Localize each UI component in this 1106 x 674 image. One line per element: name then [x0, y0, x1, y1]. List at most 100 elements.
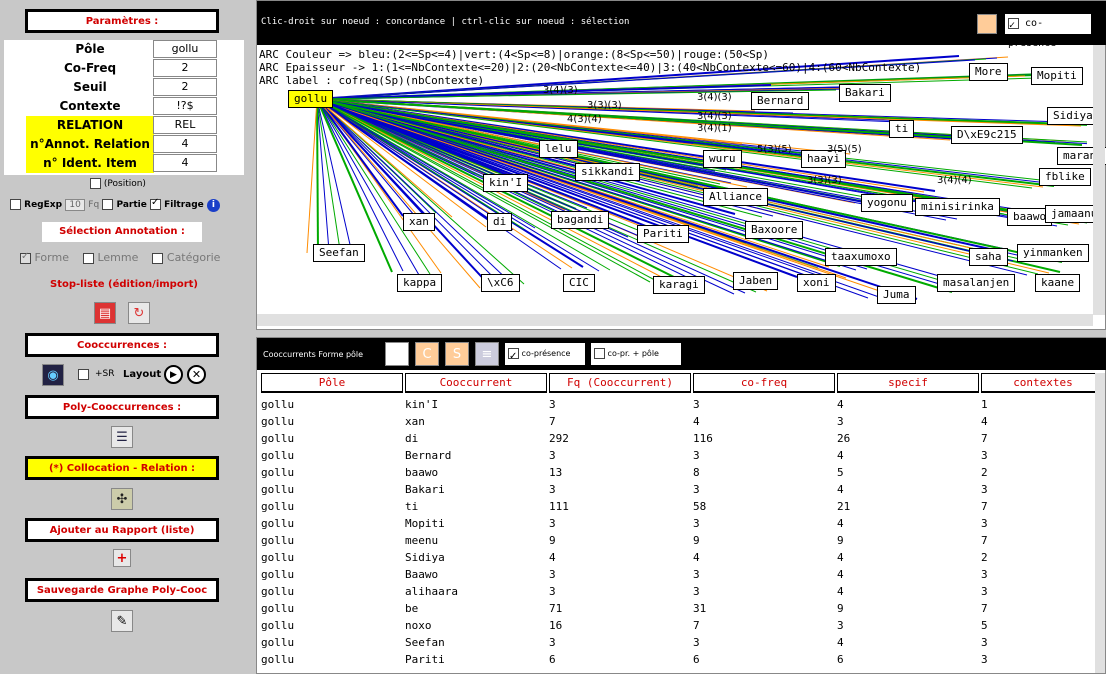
graph-node[interactable]: Bakari [839, 84, 891, 102]
table-copresence-toggle[interactable]: co-présence [505, 343, 585, 368]
graph-node[interactable]: kaane [1035, 274, 1081, 292]
table-row[interactable]: gollu Bakari 3 3 4 3 [261, 481, 1101, 498]
table-row[interactable]: gollu baawo 13 8 5 2 [261, 464, 1101, 481]
fs-icon[interactable]: S [445, 342, 469, 366]
graph-node[interactable]: Mopiti [1031, 67, 1083, 85]
table-row[interactable]: gollu xan 7 4 3 4 [261, 413, 1101, 430]
sauvegarde-title[interactable]: Sauvegarde Graphe Poly-Cooc [25, 578, 219, 602]
table-row[interactable]: gollu Baawo 3 3 4 3 [261, 566, 1101, 583]
regexp-checkbox[interactable] [10, 199, 21, 210]
column-header[interactable]: co-freq [693, 373, 835, 393]
table-row[interactable]: gollu alihaara 3 3 4 3 [261, 583, 1101, 600]
graph-node[interactable]: D\xE9c215 [951, 126, 1023, 144]
table-vscrollbar[interactable] [1095, 373, 1105, 673]
table-row[interactable]: gollu Pariti 6 6 6 3 [261, 651, 1101, 668]
graph-node[interactable]: Pariti [637, 225, 689, 243]
rapport-title[interactable]: Ajouter au Rapport (liste) [25, 518, 219, 542]
graph-node[interactable]: Sidiya [1047, 107, 1099, 125]
graph-node-pole[interactable]: gollu [288, 90, 334, 108]
graph-node[interactable]: kin'I [483, 174, 529, 192]
polycooc-title[interactable]: Poly-Cooccurrences : [25, 395, 219, 419]
graph-node[interactable]: kappa [397, 274, 443, 292]
graph-node[interactable]: sikkandi [575, 163, 640, 181]
column-header[interactable]: contextes [981, 373, 1105, 393]
table-row[interactable]: gollu meenu 9 9 9 7 [261, 532, 1101, 549]
layout-stop-icon[interactable]: ✕ [187, 365, 206, 384]
param-value-input[interactable]: REL [153, 116, 217, 134]
grid-icon[interactable] [977, 14, 997, 34]
chart-icon[interactable]: ▥ [385, 342, 409, 366]
graph-node[interactable]: karagi [653, 276, 705, 294]
graph-node[interactable]: CIC [563, 274, 595, 292]
column-header[interactable]: specif [837, 373, 979, 393]
graph-vscrollbar[interactable] [1093, 45, 1105, 315]
collocation-icon[interactable]: ✣ [111, 488, 133, 510]
forme-checkbox[interactable] [20, 251, 31, 264]
fc-icon[interactable]: C [415, 342, 439, 366]
table-row[interactable]: gollu ti 111 58 21 7 [261, 498, 1101, 515]
polycooc-icon[interactable]: ☰ [111, 426, 133, 448]
graph-node[interactable]: Seefan [313, 244, 365, 262]
save-graph-icon[interactable]: ✎ [111, 610, 133, 632]
graph-node[interactable]: bagandi [551, 211, 610, 229]
param-value-input[interactable]: 4 [153, 154, 217, 172]
graph-node[interactable]: saha [969, 248, 1008, 266]
layout-play-icon[interactable]: ▶ [164, 365, 183, 384]
copr-pole-checkbox[interactable] [594, 348, 605, 359]
graph-node[interactable]: lelu [539, 140, 578, 158]
list-icon[interactable]: ≡ [475, 342, 499, 366]
graph-node[interactable]: xan [403, 213, 435, 231]
partie-checkbox[interactable] [102, 199, 114, 210]
graph-node[interactable]: yogonu [861, 194, 913, 212]
stoplist-import-icon[interactable]: ↻ [128, 302, 150, 324]
add-report-icon[interactable]: + [113, 549, 131, 567]
cooc-title[interactable]: Cooccurrences : [25, 333, 219, 357]
graph-node[interactable]: wuru [703, 150, 742, 168]
param-value-input[interactable]: 2 [153, 59, 217, 77]
graph-node[interactable]: fblike [1039, 168, 1091, 186]
param-value-input[interactable]: gollu [153, 40, 217, 58]
lemme-checkbox[interactable] [82, 252, 94, 264]
param-value-input[interactable]: 2 [153, 78, 217, 96]
copresence-checkbox[interactable] [1008, 16, 1019, 36]
table-row[interactable]: gollu Bernard 3 3 4 3 [261, 447, 1101, 464]
table-row[interactable]: gollu di 292 116 26 7 [261, 430, 1101, 447]
copr-pole-toggle[interactable]: co-pr. + pôle [591, 343, 681, 365]
stoplist-edit-icon[interactable]: ▤ [94, 302, 116, 324]
fq-value-input[interactable]: 10 [65, 199, 86, 211]
table-row[interactable]: gollu be 71 31 9 7 [261, 600, 1101, 617]
sr-checkbox[interactable] [78, 369, 89, 380]
table-copresence-checkbox[interactable] [508, 346, 519, 368]
graph-node[interactable]: masalanjen [937, 274, 1016, 292]
position-option[interactable]: (Position) [90, 178, 146, 189]
graph-node[interactable]: Baxoore [745, 221, 804, 239]
collocation-title[interactable]: (*) Collocation - Relation : [25, 456, 219, 480]
graph-node[interactable]: \xC6 [481, 274, 520, 292]
param-value-input[interactable]: 4 [153, 135, 217, 153]
graph-node[interactable]: taaxumoxo [825, 248, 897, 266]
column-header[interactable]: Pôle [261, 373, 403, 393]
graph-node[interactable]: yinmanken [1017, 244, 1089, 262]
graph-node[interactable]: Jaben [733, 272, 779, 290]
graph-node[interactable]: Bernard [751, 92, 810, 110]
column-header[interactable]: Fq (Cooccurrent) [549, 373, 691, 393]
table-row[interactable]: gollu kin'I 3 3 4 1 [261, 396, 1101, 413]
table-row[interactable]: gollu noxo 16 7 3 5 [261, 617, 1101, 634]
categorie-checkbox[interactable] [152, 252, 164, 264]
graph-node[interactable]: xoni [797, 274, 836, 292]
cooc-run-icon[interactable]: ◉ [42, 364, 64, 386]
graph-hscrollbar[interactable] [257, 314, 1093, 326]
position-checkbox[interactable] [90, 178, 101, 189]
filtrage-checkbox[interactable] [149, 197, 161, 210]
table-row[interactable]: gollu Seefan 3 3 4 3 [261, 634, 1101, 651]
info-icon[interactable]: i [206, 199, 220, 212]
graph-node[interactable]: More [969, 63, 1008, 81]
graph-node[interactable]: Juma [877, 286, 916, 304]
param-value-input[interactable]: !?$ [153, 97, 217, 115]
graph-node[interactable]: Alliance [703, 188, 768, 206]
column-header[interactable]: Cooccurrent [405, 373, 547, 393]
table-row[interactable]: gollu Mopiti 3 3 4 3 [261, 515, 1101, 532]
graph-node[interactable]: minisirinka [915, 198, 1000, 216]
copresence-toggle[interactable]: co-présence [1005, 14, 1091, 49]
table-row[interactable]: gollu Sidiya 4 4 4 2 [261, 549, 1101, 566]
